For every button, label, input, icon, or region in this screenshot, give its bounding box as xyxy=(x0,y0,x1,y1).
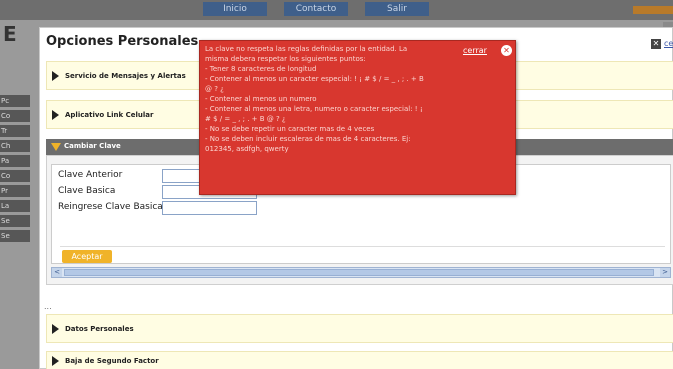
sidebar-item[interactable]: Co xyxy=(0,170,30,182)
error-text: # $ / = _ , ; . + B @ ? ¿ xyxy=(205,115,286,123)
error-text: @ ? ¿ xyxy=(205,85,224,93)
section-datos-personales[interactable]: Datos Personales xyxy=(46,314,673,343)
section-label: Baja de Segundo Factor xyxy=(65,357,159,365)
section-baja-segundo-factor[interactable]: Baja de Segundo Factor xyxy=(46,351,673,369)
error-text: La clave no respeta las reglas definidas… xyxy=(205,45,408,53)
modal-title: Opciones Personales xyxy=(46,34,199,49)
background-banner xyxy=(633,6,673,14)
error-text: - No se deben incluir escaleras de mas d… xyxy=(205,135,411,143)
field-label: Reingrese Clave Basica xyxy=(58,202,163,212)
expand-arrow-icon xyxy=(52,356,59,366)
expand-arrow-icon xyxy=(52,323,59,334)
expand-arrow-icon xyxy=(52,109,59,120)
modal-close-link[interactable]: cerrar xyxy=(664,39,673,48)
section-label: Aplicativo Link Celular xyxy=(65,110,154,119)
error-close-link[interactable]: cerrar xyxy=(463,46,487,56)
horizontal-scrollbar[interactable]: < > xyxy=(51,267,671,278)
sidebar-item[interactable]: Pc xyxy=(0,95,30,107)
sidebar-item[interactable]: Se xyxy=(0,215,30,227)
divider xyxy=(60,246,665,247)
error-text: - Contener al menos una letra, numero o … xyxy=(205,105,423,113)
accept-button[interactable]: Aceptar xyxy=(62,250,112,263)
sidebar-item[interactable]: Pa xyxy=(0,155,30,167)
collapse-arrow-icon xyxy=(51,143,61,151)
section-label: Servicio de Mensajes y Alertas xyxy=(65,71,186,80)
error-text: 012345, asdfgh, qwerty xyxy=(205,145,289,153)
field-label: Clave Basica xyxy=(58,186,116,196)
field-label: Clave Anterior xyxy=(58,170,123,180)
section-label: Datos Personales xyxy=(65,324,134,333)
nav-salir[interactable]: Salir xyxy=(365,2,429,16)
ellipsis: ... xyxy=(44,302,52,311)
sidebar-item[interactable]: La xyxy=(0,200,30,212)
reingrese-clave-input[interactable] xyxy=(162,201,257,215)
error-text: - Tener 8 caracteres de longitud xyxy=(205,65,317,73)
sidebar-item[interactable]: Pr xyxy=(0,185,30,197)
password-error-popup: La clave no respeta las reglas definidas… xyxy=(199,40,516,195)
sidebar-item[interactable]: Se xyxy=(0,230,30,242)
scroll-left-icon[interactable]: < xyxy=(52,268,62,277)
sidebar-item[interactable]: Ch xyxy=(0,140,30,152)
sidebar-item[interactable]: Tr xyxy=(0,125,30,137)
background-logo: E xyxy=(3,22,17,46)
section-label: Cambiar Clave xyxy=(64,142,121,150)
scroll-right-icon[interactable]: > xyxy=(660,268,670,277)
error-text: - Contener al menos un caracter especial… xyxy=(205,75,424,83)
close-icon[interactable]: ✕ xyxy=(651,39,661,49)
error-text: - Contener al menos un numero xyxy=(205,95,317,103)
nav-contacto[interactable]: Contacto xyxy=(284,2,348,16)
error-close-icon[interactable]: ✕ xyxy=(501,45,512,56)
error-text: - No se debe repetir un caracter mas de … xyxy=(205,125,375,133)
nav-inicio[interactable]: Inicio xyxy=(203,2,267,16)
expand-arrow-icon xyxy=(52,70,59,81)
sidebar-item[interactable]: Co xyxy=(0,110,30,122)
scrollbar-thumb[interactable] xyxy=(64,269,654,276)
background-sidebar: Pc Co Tr Ch Pa Co Pr La Se Se xyxy=(0,95,30,295)
